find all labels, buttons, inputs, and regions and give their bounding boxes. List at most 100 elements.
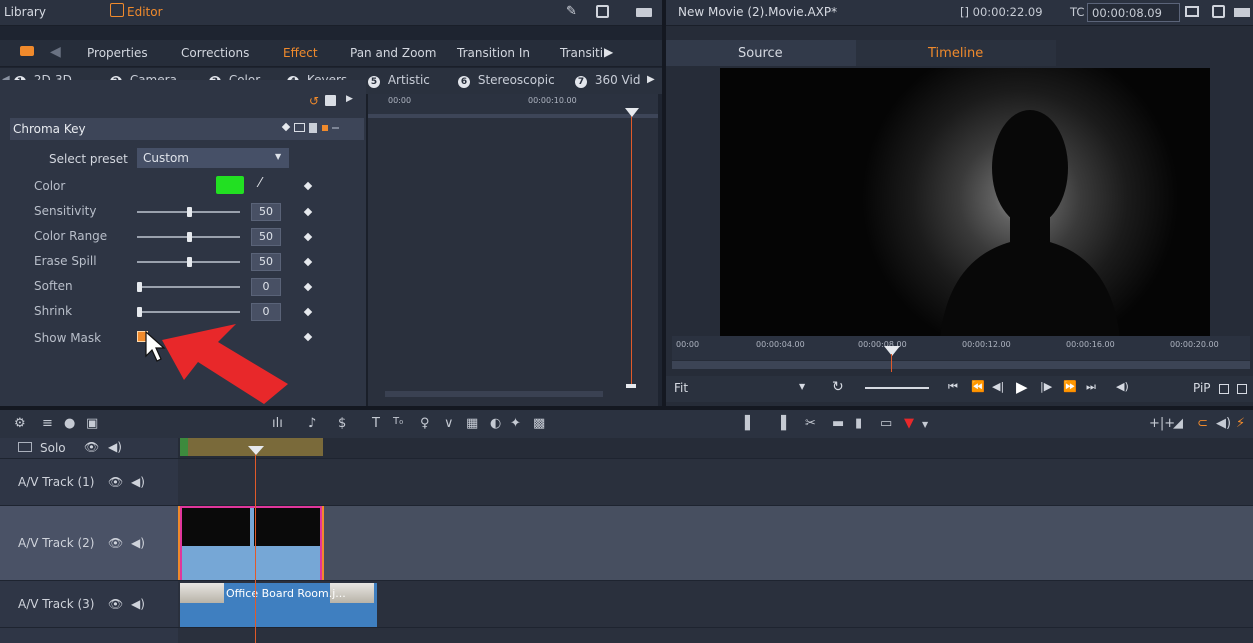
maximize-icon[interactable] bbox=[1212, 5, 1225, 18]
smart-edit-icon[interactable]: ◢ bbox=[1173, 416, 1183, 431]
library-tab[interactable]: Library bbox=[4, 5, 46, 19]
pin-icon[interactable]: ✎ bbox=[566, 4, 577, 19]
export-frame-icon[interactable] bbox=[1185, 6, 1199, 17]
track-menu-icon[interactable]: ≡ bbox=[42, 416, 53, 431]
track-header-3[interactable]: A/V Track (3) 👁 ◀) bbox=[0, 581, 178, 627]
subtitle-icon[interactable]: T₀ bbox=[393, 416, 403, 427]
pip-button[interactable]: PiP bbox=[1193, 381, 1211, 395]
minus-icon[interactable]: ▬ bbox=[832, 416, 844, 431]
magnet-icon[interactable]: ⊂ bbox=[1197, 416, 1208, 431]
keyframe-diamond[interactable] bbox=[303, 332, 313, 342]
reset-icon[interactable]: ↺ bbox=[309, 94, 319, 108]
work-area-start[interactable] bbox=[180, 438, 188, 456]
marker-icon[interactable]: ▼ bbox=[904, 416, 914, 431]
link-icon[interactable]: ✦ bbox=[510, 416, 521, 431]
eye-icon[interactable]: 👁 bbox=[108, 475, 123, 489]
param-value-field[interactable]: 50 bbox=[251, 253, 281, 271]
zoom-handle[interactable] bbox=[626, 384, 636, 388]
keyframe-playhead[interactable] bbox=[631, 108, 632, 388]
fit-dropdown[interactable]: Fit bbox=[674, 381, 688, 395]
collapse-icon[interactable] bbox=[332, 127, 339, 129]
track-lane-2[interactable] bbox=[178, 506, 1253, 580]
play-icon[interactable]: ▶ bbox=[1016, 378, 1028, 396]
timeline-playhead-icon[interactable] bbox=[248, 446, 264, 455]
keyframe-scrollbar[interactable] bbox=[385, 391, 603, 397]
param-value-field[interactable]: 50 bbox=[251, 203, 281, 221]
ripple-icon[interactable]: +|+ bbox=[1149, 416, 1175, 431]
fullscreen-icon[interactable] bbox=[1237, 384, 1247, 394]
track-header-2[interactable]: A/V Track (2) 👁 ◀) bbox=[0, 506, 178, 580]
chevron-down-icon[interactable]: ▼ bbox=[922, 420, 928, 429]
param-slider[interactable] bbox=[137, 311, 240, 313]
tab-transition-in[interactable]: Transition In bbox=[457, 46, 530, 60]
keyframe-icon[interactable] bbox=[281, 122, 291, 132]
keyframe-diamond[interactable] bbox=[303, 257, 313, 267]
tab-source[interactable]: Source bbox=[666, 40, 856, 66]
trash-icon[interactable]: ▮ bbox=[855, 416, 862, 431]
track-lane-3[interactable]: Office Board Room.j... bbox=[178, 581, 1253, 627]
param-value-field[interactable]: 0 bbox=[251, 278, 281, 296]
category-360-video[interactable]: 7 360 Vid bbox=[575, 73, 640, 88]
volume-icon[interactable]: ◀) bbox=[1116, 380, 1129, 393]
storyboard-icon[interactable]: ▣ bbox=[86, 416, 98, 431]
eye-icon[interactable]: 👁 bbox=[108, 597, 123, 611]
keyframe-diamond[interactable] bbox=[303, 282, 313, 292]
wand-icon[interactable]: ⚡ bbox=[1236, 416, 1245, 431]
editor-tab[interactable]: Editor bbox=[127, 5, 163, 19]
layout-icon[interactable] bbox=[636, 8, 652, 17]
effects-icon[interactable]: ∨ bbox=[444, 416, 454, 431]
param-slider[interactable] bbox=[137, 286, 240, 288]
preview-ruler[interactable]: 00:00 00:00:04.00 00:00:08.00 00:00:12.0… bbox=[672, 336, 1250, 360]
keyframe-diamond[interactable] bbox=[303, 232, 313, 242]
speaker-icon[interactable]: ◀) bbox=[131, 536, 145, 550]
mark-out-icon[interactable]: ▐ bbox=[776, 416, 786, 431]
speaker-icon[interactable]: ◀) bbox=[108, 440, 122, 454]
chevron-down-icon[interactable]: ▼ bbox=[799, 382, 805, 391]
shuttle-slider[interactable] bbox=[865, 387, 929, 389]
preset-dropdown[interactable]: Custom ▼ bbox=[137, 148, 289, 168]
tab-transition-out[interactable]: Transiti bbox=[560, 46, 603, 60]
loop-icon[interactable]: ↻ bbox=[832, 379, 844, 395]
image-icon[interactable]: ▩ bbox=[533, 416, 545, 431]
grid-icon[interactable]: ▦ bbox=[466, 416, 478, 431]
microphone-icon[interactable]: ♀ bbox=[420, 416, 430, 431]
timecode-field[interactable]: 00:00:08.09 bbox=[1087, 3, 1180, 22]
trash-icon[interactable] bbox=[309, 123, 317, 133]
scroll-right-icon[interactable]: ▶ bbox=[647, 74, 655, 85]
solo-label[interactable]: Solo bbox=[40, 441, 66, 455]
video-preview[interactable] bbox=[720, 68, 1210, 336]
track-header-4[interactable] bbox=[0, 628, 178, 643]
record-icon[interactable]: ● bbox=[64, 416, 75, 431]
category-artistic[interactable]: 5 Artistic bbox=[368, 73, 430, 88]
keyframe-diamond[interactable] bbox=[303, 307, 313, 317]
next-frame-icon[interactable]: ⏩ bbox=[1063, 380, 1077, 393]
tab-corrections[interactable]: Corrections bbox=[181, 46, 249, 60]
scroll-right-icon[interactable]: ▶ bbox=[604, 45, 613, 59]
track-lane-4[interactable] bbox=[178, 628, 1253, 643]
snapshot-icon[interactable]: ▭ bbox=[880, 416, 892, 431]
pip-icon[interactable] bbox=[1219, 384, 1229, 394]
speaker-icon[interactable]: ◀) bbox=[131, 475, 145, 489]
image-icon[interactable] bbox=[294, 123, 305, 132]
title-icon[interactable]: T bbox=[372, 416, 380, 431]
voiceover-icon[interactable]: ♪ bbox=[308, 416, 316, 431]
keyframe-ruler[interactable]: 00:00 00:00:10.00 bbox=[368, 94, 658, 114]
slider-thumb[interactable] bbox=[187, 232, 192, 242]
enable-toggle-icon[interactable] bbox=[322, 125, 328, 131]
category-stereoscopic[interactable]: 6 Stereoscopic bbox=[458, 73, 555, 88]
clip-keyed-video[interactable] bbox=[180, 506, 322, 580]
timeline-ruler[interactable] bbox=[178, 438, 1253, 458]
folder-icon[interactable] bbox=[20, 46, 34, 56]
go-to-end-icon[interactable]: ⏭ bbox=[1086, 380, 1096, 394]
keyframe-diamond[interactable] bbox=[303, 181, 313, 191]
timeline-playhead[interactable] bbox=[255, 446, 256, 643]
eyedropper-icon[interactable]: ⁄ bbox=[259, 176, 261, 191]
slider-thumb[interactable] bbox=[187, 257, 192, 267]
motion-icon[interactable]: $ bbox=[338, 416, 346, 431]
keyframe-track-area[interactable] bbox=[368, 94, 658, 406]
playhead-marker-icon[interactable] bbox=[625, 108, 639, 117]
step-back-icon[interactable]: ◀| bbox=[992, 380, 1004, 393]
scroll-left-icon[interactable]: ◀ bbox=[50, 44, 61, 60]
preview-playhead-icon[interactable] bbox=[884, 346, 900, 356]
step-forward-icon[interactable]: |▶ bbox=[1040, 380, 1052, 393]
